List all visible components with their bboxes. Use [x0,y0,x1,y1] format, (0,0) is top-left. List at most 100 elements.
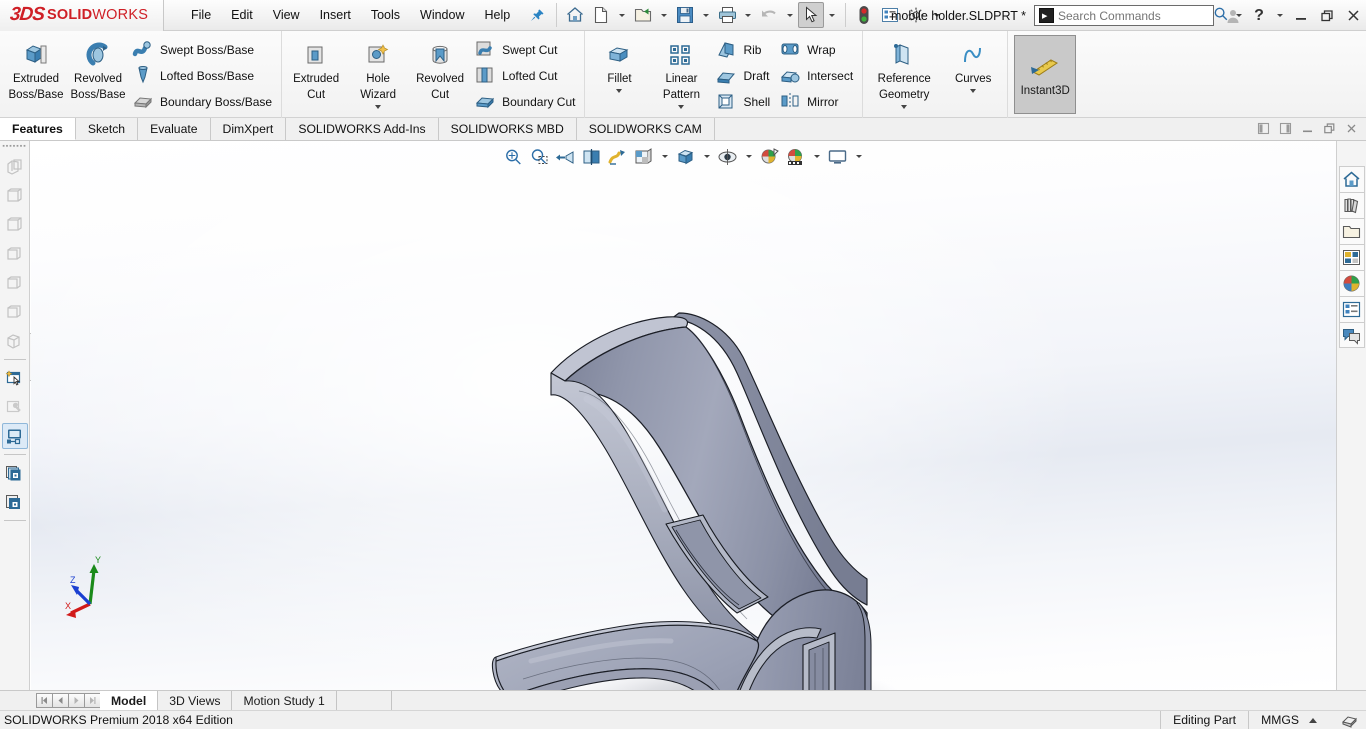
doc-minimize-icon[interactable] [1296,119,1318,139]
doc-close-icon[interactable] [1340,119,1362,139]
wrap-button[interactable]: Wrap [776,37,859,63]
menu-item-file[interactable]: File [181,4,221,26]
curves-button[interactable]: Curves [942,33,1004,87]
chevron-down-icon[interactable] [901,105,908,109]
solidworks-resources-home-icon[interactable] [1338,166,1365,192]
chevron-down-icon[interactable] [616,89,623,93]
chevron-down-icon[interactable] [375,105,382,109]
chevron-down-icon[interactable] [678,105,685,109]
save-dropdown-caret[interactable] [703,13,710,17]
swept-cut-button[interactable]: Swept Cut [471,37,581,63]
undo-dropdown-caret[interactable] [787,13,794,17]
appearances-scenes-decals-icon[interactable] [1338,270,1365,296]
select-cursor-icon[interactable] [798,2,825,28]
tools-wrench-icon[interactable] [2,394,28,420]
print-icon[interactable] [714,2,740,28]
user-account-icon[interactable] [1220,3,1246,29]
reference-geometry-button[interactable]: Reference Geometry [866,33,942,103]
minimize-icon[interactable] [1288,3,1314,29]
menu-item-help[interactable]: Help [475,4,521,26]
menu-item-edit[interactable]: Edit [221,4,263,26]
lofted-cut-button[interactable]: Lofted Cut [471,63,581,89]
last-tab-icon[interactable] [84,693,101,708]
shell-button[interactable]: Shell [712,89,776,115]
file-explorer-icon[interactable] [1338,218,1365,244]
search-commands-box[interactable] [1034,5,1242,26]
extruded-boss-base-button[interactable]: Extruded Boss/Base [5,33,67,103]
intersect-button[interactable]: Intersect [776,63,859,89]
tab-features[interactable]: Features [0,118,76,140]
new-document-icon[interactable] [588,2,614,28]
help-icon[interactable]: ? [1246,3,1272,29]
fillet-button[interactable]: Fillet [588,33,650,87]
linear-pattern-dropdown[interactable] [650,105,712,109]
menu-item-insert[interactable]: Insert [310,4,361,26]
help-dropdown-caret[interactable] [1277,14,1283,17]
view-palette-icon[interactable] [1338,244,1365,270]
display-pane-icon[interactable] [1,423,28,449]
select-dropdown-caret[interactable] [829,13,836,17]
chevron-down-icon[interactable] [970,89,977,93]
tab-solidworks-mbd[interactable]: SOLIDWORKS MBD [438,118,577,140]
cam-feature-tree-icon[interactable] [2,299,28,325]
tab-dimxpert[interactable]: DimXpert [210,118,287,140]
rib-button[interactable]: Rib [712,37,776,63]
bottom-tab-3d-views[interactable]: 3D Views [158,691,233,710]
dimxpert-manager-icon[interactable] [2,241,28,267]
configuration-manager-icon[interactable] [2,212,28,238]
previous-tab-icon[interactable] [52,693,69,708]
display-manager-icon[interactable] [2,270,28,296]
graphics-viewport[interactable]: Y X Z [31,141,1336,690]
solidworks-forum-icon[interactable] [1338,322,1365,348]
rebuild-icon[interactable] [851,2,877,28]
design-library-icon[interactable] [1338,192,1365,218]
appearance-wizard-icon[interactable] [2,365,28,391]
save-icon[interactable] [672,2,698,28]
dock-left-icon[interactable] [1252,119,1274,139]
draft-button[interactable]: Draft [712,63,776,89]
curves-dropdown[interactable] [942,89,1004,93]
feature-manager-tree-icon[interactable] [2,154,28,180]
doc-restore-icon[interactable] [1318,119,1340,139]
tab-solidworks-add-ins[interactable]: SOLIDWORKS Add-Ins [286,118,439,140]
fillet-dropdown[interactable] [588,89,650,93]
tab-evaluate[interactable]: Evaluate [138,118,211,140]
open-document-dropdown-caret[interactable] [661,13,668,17]
panel-drag-handle[interactable]: ▪▪▪▪▪▪▪ [2,143,26,151]
boundary-cut-button[interactable]: Boundary Cut [471,89,581,115]
next-tab-icon[interactable] [68,693,85,708]
custom-properties-icon[interactable] [1338,296,1365,322]
instant3d-button[interactable]: Instant3D [1014,35,1077,114]
bottom-tab-model[interactable]: Model [100,691,159,710]
hide-show-panel-icon[interactable] [2,460,28,486]
tab-solidworks-cam[interactable]: SOLIDWORKS CAM [576,118,715,140]
revolved-cut-button[interactable]: Revolved Cut [409,33,471,103]
open-document-icon[interactable] [630,2,656,28]
menu-item-tools[interactable]: Tools [361,4,410,26]
close-icon[interactable] [1340,3,1366,29]
menu-item-view[interactable]: View [263,4,310,26]
mirror-button[interactable]: Mirror [776,89,859,115]
tab-sketch[interactable]: Sketch [75,118,139,140]
units-selector[interactable]: MMGS [1248,710,1329,729]
reference-geometry-dropdown[interactable] [866,105,942,109]
units-dropdown-caret[interactable] [1309,717,1317,723]
boundary-boss-base-button[interactable]: Boundary Boss/Base [129,89,278,115]
lofted-boss-base-button[interactable]: Lofted Boss/Base [129,63,278,89]
linear-pattern-button[interactable]: Linear Pattern [650,33,712,103]
extruded-cut-button[interactable]: Extruded Cut [285,33,347,103]
collapse-panel-icon[interactable] [2,489,28,515]
hole-wizard-dropdown[interactable] [347,105,409,109]
home-icon[interactable] [562,2,588,28]
swept-boss-base-button[interactable]: Swept Boss/Base [129,37,278,63]
new-document-dropdown-caret[interactable] [619,13,626,17]
first-tab-icon[interactable] [36,693,53,708]
pushpin-icon[interactable] [530,8,545,23]
mobile-holder-3d-model[interactable] [31,141,1336,690]
cam-operation-tree-icon[interactable] [2,328,28,354]
overlay-display-icon[interactable] [1329,711,1366,729]
menu-item-window[interactable]: Window [410,4,474,26]
property-manager-icon[interactable] [2,183,28,209]
search-input[interactable] [1058,8,1213,23]
undo-icon[interactable] [756,2,782,28]
